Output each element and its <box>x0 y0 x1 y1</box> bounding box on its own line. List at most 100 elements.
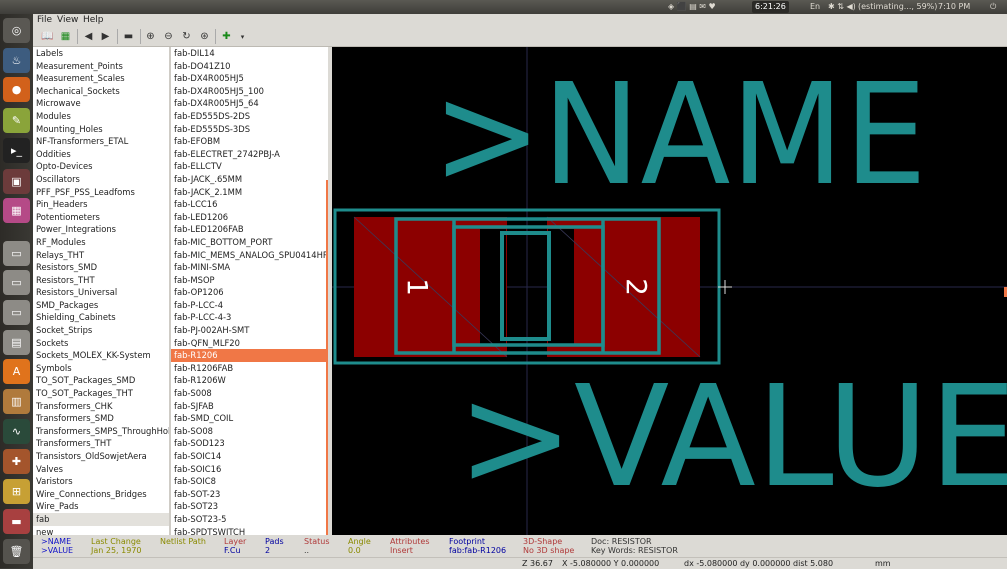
library-item[interactable]: Mounting_Holes <box>33 123 169 136</box>
library-item[interactable]: Resistors_THT <box>33 274 169 287</box>
library-item[interactable]: Sockets_MOLEX_KK-System <box>33 349 169 362</box>
footprint-item[interactable]: fab-DX4R005HJ5 <box>171 72 328 85</box>
footprint-item[interactable]: fab-S008 <box>171 387 328 400</box>
footprint-item[interactable]: fab-MSOP <box>171 274 328 287</box>
select-library-icon[interactable]: 📖 <box>40 29 55 44</box>
view-3d-icon[interactable]: ▬ <box>121 29 136 44</box>
footprint-item[interactable]: fab-DX4R005HJ5_100 <box>171 85 328 98</box>
menu-view[interactable]: View <box>57 14 78 27</box>
library-item[interactable]: Relays_THT <box>33 249 169 262</box>
library-item[interactable]: Sockets <box>33 337 169 350</box>
library-item[interactable]: Oddities <box>33 148 169 161</box>
library-item[interactable]: Transformers_THT <box>33 437 169 450</box>
dash-icon[interactable]: ◎ <box>3 18 30 43</box>
library-item[interactable]: Resistors_Universal <box>33 286 169 299</box>
disk-icon-2[interactable]: ▭ <box>3 270 30 295</box>
library-item[interactable]: Wire_Pads <box>33 500 169 513</box>
footprint-item[interactable]: fab-EFOBM <box>171 135 328 148</box>
library-item[interactable]: Transformers_CHK <box>33 400 169 413</box>
footprint-item[interactable]: fab-JACK_2.1MM <box>171 186 328 199</box>
footprint-item[interactable]: fab-R1206FAB <box>171 362 328 375</box>
library-item[interactable]: TO_SOT_Packages_THT <box>33 387 169 400</box>
library-item[interactable]: Measurement_Points <box>33 60 169 73</box>
library-item[interactable]: Opto-Devices <box>33 160 169 173</box>
footprint-item[interactable]: fab-ELECTRET_2742PBJ-A <box>171 148 328 161</box>
library-item[interactable]: Valves <box>33 463 169 476</box>
library-item[interactable]: Pin_Headers <box>33 198 169 211</box>
footprint-item[interactable]: fab-P-LCC-4 <box>171 299 328 312</box>
library-item[interactable]: Wire_Connections_Bridges <box>33 488 169 501</box>
footprint-item[interactable]: fab-SOIC8 <box>171 475 328 488</box>
media-icon[interactable]: ▦ <box>3 198 30 223</box>
trash-icon[interactable]: 🗑 <box>3 539 30 564</box>
footprint-item[interactable]: fab-DX4R005HJ5_64 <box>171 97 328 110</box>
steam-icon[interactable]: ♨ <box>3 48 30 73</box>
tray-icons[interactable]: ◈ ⬛ ▤ ✉ ♥ <box>668 1 716 13</box>
library-item[interactable]: Varistors <box>33 475 169 488</box>
system-clock[interactable]: 7:10 PM <box>938 1 970 13</box>
footprint-item[interactable]: fab-MIC_MEMS_ANALOG_SPU0414HR5 <box>171 249 328 262</box>
language-indicator[interactable]: En <box>810 1 820 13</box>
bluetooth-icon[interactable]: ✱ ⇅ ◀) <box>828 1 856 13</box>
next-footprint-icon[interactable]: ▶ <box>98 29 113 44</box>
library-item[interactable]: Modules <box>33 110 169 123</box>
footprint-item[interactable]: fab-ED555DS-3DS <box>171 123 328 136</box>
library-item[interactable]: Microwave <box>33 97 169 110</box>
footprint-item[interactable]: fab-R1206 <box>171 349 328 362</box>
library-item[interactable]: Mechanical_Sockets <box>33 85 169 98</box>
footprint-item[interactable]: fab-P-LCC-4-3 <box>171 311 328 324</box>
library-item[interactable]: Shielding_Cabinets <box>33 311 169 324</box>
monitor-icon[interactable]: ∿ <box>3 419 30 444</box>
drive-icon[interactable]: ▤ <box>3 330 30 355</box>
disk-icon-3[interactable]: ▭ <box>3 300 30 325</box>
zoom-in-icon[interactable]: ⊕ <box>143 29 158 44</box>
insert-footprint-icon[interactable]: ✚ <box>219 29 234 44</box>
footprint-item[interactable]: fab-ELLCTV <box>171 160 328 173</box>
disk-icon[interactable]: ▭ <box>3 241 30 266</box>
library-item[interactable]: Transistors_OldSowjetAera <box>33 450 169 463</box>
power-icon[interactable]: ⏻ <box>990 1 996 13</box>
menu-help[interactable]: Help <box>83 14 104 27</box>
software-center-icon[interactable]: A <box>3 359 30 384</box>
library-list[interactable]: Labels Measurement_Points Measurement_Scal… <box>33 47 169 535</box>
library-item[interactable]: NF-Transformers_ETAL <box>33 135 169 148</box>
menu-file[interactable]: File <box>37 14 52 27</box>
library-item[interactable]: Transformers_SMPS_ThroughHole <box>33 425 169 438</box>
library-item[interactable]: SMD_Packages <box>33 299 169 312</box>
footprint-item[interactable]: fab-SO08 <box>171 425 328 438</box>
zoom-out-icon[interactable]: ⊖ <box>161 29 176 44</box>
library-item[interactable]: RF_Modules <box>33 236 169 249</box>
footprint-item[interactable]: fab-SOT23 <box>171 500 328 513</box>
paint-icon[interactable]: ✎ <box>3 108 30 133</box>
library-item[interactable]: Potentiometers <box>33 211 169 224</box>
footprint-item[interactable]: fab-SOIC16 <box>171 463 328 476</box>
footprint-item[interactable]: fab-LED1206FAB <box>171 223 328 236</box>
firefox-icon[interactable]: ● <box>3 77 30 102</box>
footprint-item[interactable]: fab-PJ-002AH-SMT <box>171 324 328 337</box>
footprint-item[interactable]: fab-SOIC14 <box>171 450 328 463</box>
library-item[interactable]: fab <box>33 512 169 526</box>
previous-footprint-icon[interactable]: ◀ <box>81 29 96 44</box>
footprint-item[interactable]: fab-OP1206 <box>171 286 328 299</box>
footprint-item[interactable]: fab-SOT-23 <box>171 488 328 501</box>
chevron-down-icon[interactable]: ▾ <box>235 29 250 44</box>
footprint-item[interactable]: fab-R1206W <box>171 374 328 387</box>
footprint-list[interactable]: fab-DIL14 fab-DO41Z10 fab-DX4R005HJ5 fab-DX… <box>171 47 328 535</box>
footprint-item[interactable]: fab-JACK_.65MM <box>171 173 328 186</box>
terminal-icon[interactable]: ▸_ <box>3 138 30 163</box>
library-item[interactable]: Socket_Strips <box>33 324 169 337</box>
footprint-canvas[interactable]: 1 2 >NAME >VALUE <box>332 47 1007 535</box>
library-item[interactable]: TO_SOT_Packages_SMD <box>33 374 169 387</box>
app-icon[interactable]: ▣ <box>3 169 30 194</box>
footprint-item[interactable]: fab-LCC16 <box>171 198 328 211</box>
footprint-item[interactable]: fab-ED555DS-2DS <box>171 110 328 123</box>
library-item[interactable]: Resistors_SMD <box>33 261 169 274</box>
zoom-fit-icon[interactable]: ⊛ <box>197 29 212 44</box>
library-item[interactable]: Oscillators <box>33 173 169 186</box>
library-item[interactable]: new <box>33 526 169 535</box>
footprint-item[interactable]: fab-MIC_BOTTOM_PORT <box>171 236 328 249</box>
footprint-item[interactable]: fab-SOT23-5 <box>171 513 328 526</box>
footprint-item[interactable]: fab-QFN_MLF20 <box>171 337 328 350</box>
settings-icon[interactable]: ✚ <box>3 449 30 474</box>
footprint-item[interactable]: fab-LED1206 <box>171 211 328 224</box>
